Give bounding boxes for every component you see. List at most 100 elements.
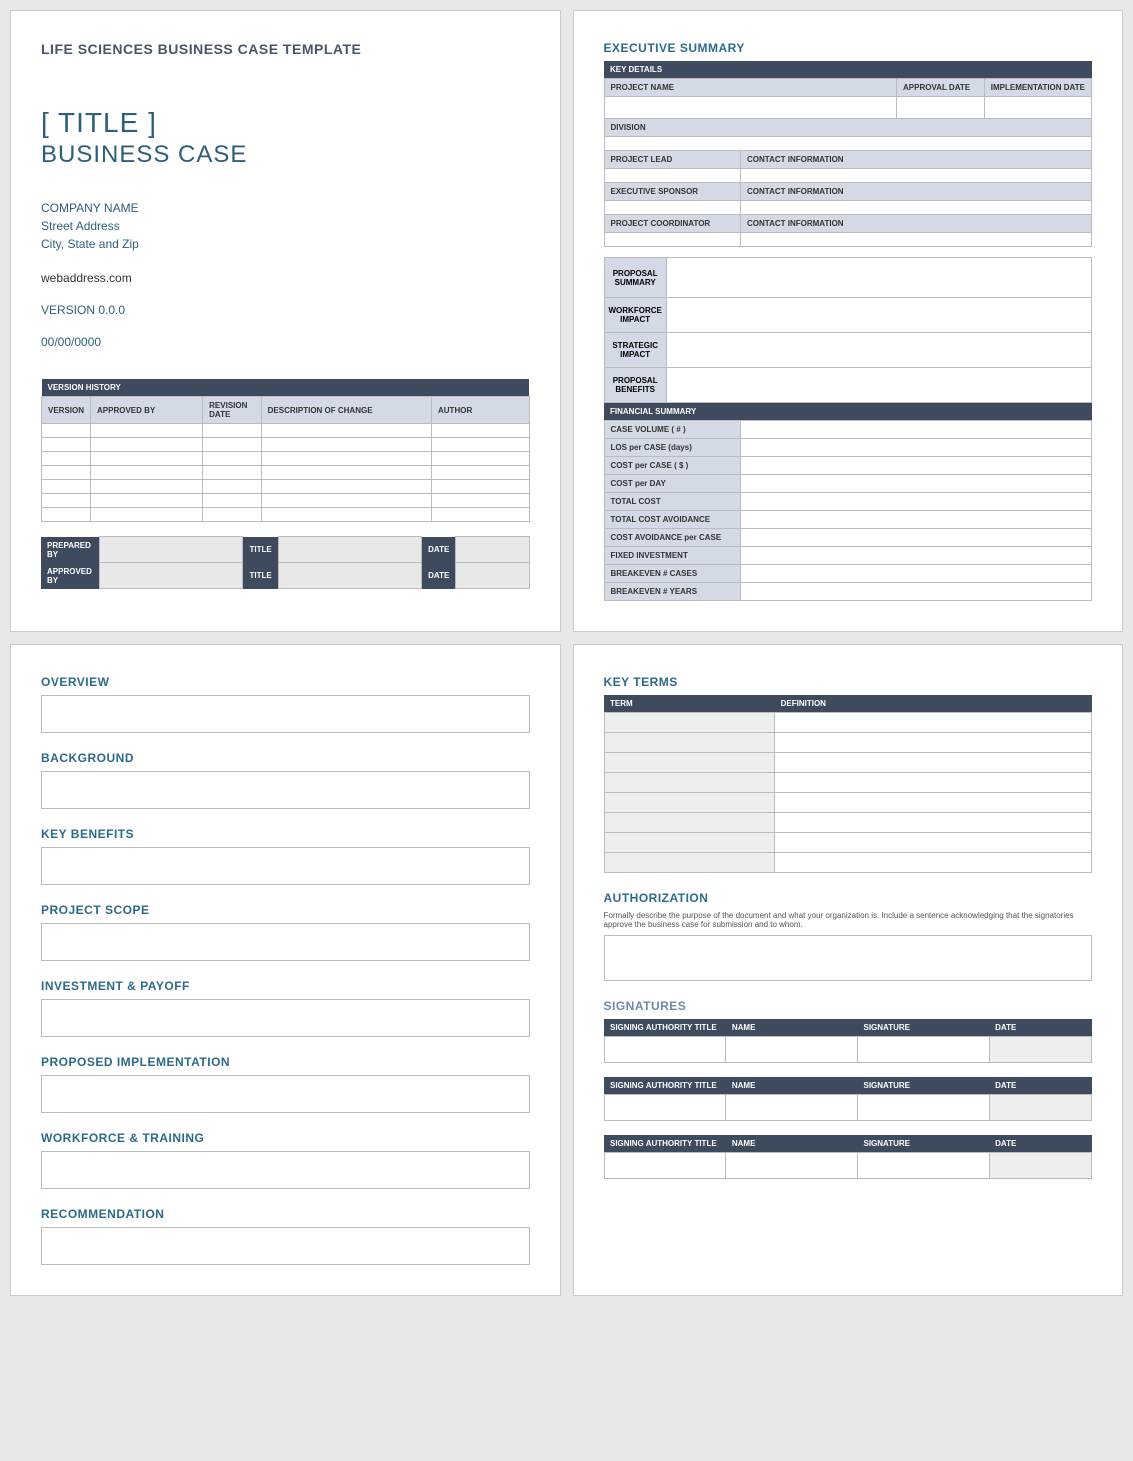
benefits-input[interactable] xyxy=(41,847,530,885)
cell[interactable] xyxy=(203,494,262,508)
impl-input[interactable] xyxy=(41,1075,530,1113)
cell[interactable] xyxy=(261,438,431,452)
cell[interactable] xyxy=(726,1153,858,1179)
cell[interactable] xyxy=(989,1153,1091,1179)
cell[interactable] xyxy=(604,773,775,793)
cell[interactable] xyxy=(775,733,1092,753)
cell[interactable] xyxy=(456,537,529,563)
cell[interactable] xyxy=(604,733,775,753)
cell[interactable] xyxy=(432,452,530,466)
scope-input[interactable] xyxy=(41,923,530,961)
cell[interactable] xyxy=(261,494,431,508)
cell[interactable] xyxy=(775,813,1092,833)
cell[interactable] xyxy=(91,452,203,466)
invest-input[interactable] xyxy=(41,999,530,1037)
cell[interactable] xyxy=(203,508,262,522)
cell[interactable] xyxy=(203,466,262,480)
workforce-input[interactable] xyxy=(41,1151,530,1189)
cell[interactable] xyxy=(604,97,897,119)
cell[interactable] xyxy=(203,438,262,452)
cell[interactable] xyxy=(741,511,1092,529)
cell[interactable] xyxy=(858,1153,990,1179)
cell[interactable] xyxy=(604,169,741,183)
overview-input[interactable] xyxy=(41,695,530,733)
background-input[interactable] xyxy=(41,771,530,809)
cell[interactable] xyxy=(42,480,91,494)
cell[interactable] xyxy=(203,480,262,494)
cell[interactable] xyxy=(858,1037,990,1063)
cell[interactable] xyxy=(858,1095,990,1121)
cell[interactable] xyxy=(432,508,530,522)
cell[interactable] xyxy=(666,298,1091,333)
cell[interactable] xyxy=(42,466,91,480)
cell[interactable] xyxy=(91,494,203,508)
cell[interactable] xyxy=(604,853,775,873)
cell[interactable] xyxy=(261,480,431,494)
cell[interactable] xyxy=(604,1153,726,1179)
cell[interactable] xyxy=(741,457,1092,475)
cell[interactable] xyxy=(604,1037,726,1063)
cell[interactable] xyxy=(91,466,203,480)
cell[interactable] xyxy=(604,201,741,215)
auth-input[interactable] xyxy=(604,935,1093,981)
cell[interactable] xyxy=(432,466,530,480)
cell[interactable] xyxy=(91,438,203,452)
cell[interactable] xyxy=(261,508,431,522)
cell[interactable] xyxy=(775,853,1092,873)
cell[interactable] xyxy=(100,537,243,563)
cell[interactable] xyxy=(261,466,431,480)
cell[interactable] xyxy=(42,424,91,438)
cell[interactable] xyxy=(666,258,1091,298)
cell[interactable] xyxy=(604,233,741,247)
cell[interactable] xyxy=(775,773,1092,793)
cell[interactable] xyxy=(432,494,530,508)
cell[interactable] xyxy=(726,1037,858,1063)
cell[interactable] xyxy=(666,333,1091,368)
cell[interactable] xyxy=(604,713,775,733)
cell[interactable] xyxy=(741,201,1092,215)
cell[interactable] xyxy=(203,452,262,466)
cell[interactable] xyxy=(203,424,262,438)
cell[interactable] xyxy=(261,424,431,438)
cell[interactable] xyxy=(741,493,1092,511)
cell[interactable] xyxy=(604,793,775,813)
cell[interactable] xyxy=(604,813,775,833)
cell[interactable] xyxy=(42,452,91,466)
cell[interactable] xyxy=(91,424,203,438)
cell[interactable] xyxy=(604,137,1092,151)
cell[interactable] xyxy=(432,424,530,438)
cell[interactable] xyxy=(775,753,1092,773)
cell[interactable] xyxy=(741,529,1092,547)
cell[interactable] xyxy=(741,565,1092,583)
cell[interactable] xyxy=(989,1095,1091,1121)
cell[interactable] xyxy=(261,452,431,466)
cell[interactable] xyxy=(42,438,91,452)
cell[interactable] xyxy=(741,547,1092,565)
cell[interactable] xyxy=(989,1037,1091,1063)
cell[interactable] xyxy=(91,480,203,494)
cell[interactable] xyxy=(100,563,243,589)
cell[interactable] xyxy=(666,368,1091,403)
cell[interactable] xyxy=(775,833,1092,853)
cell[interactable] xyxy=(91,508,203,522)
cell[interactable] xyxy=(604,833,775,853)
cell[interactable] xyxy=(897,97,985,119)
cell[interactable] xyxy=(741,583,1092,601)
cell[interactable] xyxy=(432,438,530,452)
cell[interactable] xyxy=(775,793,1092,813)
cell[interactable] xyxy=(278,563,421,589)
cell[interactable] xyxy=(278,537,421,563)
cell[interactable] xyxy=(604,753,775,773)
cell[interactable] xyxy=(741,421,1092,439)
cell[interactable] xyxy=(741,233,1092,247)
cell[interactable] xyxy=(456,563,529,589)
cell[interactable] xyxy=(775,713,1092,733)
cell[interactable] xyxy=(432,480,530,494)
cell[interactable] xyxy=(42,508,91,522)
cell[interactable] xyxy=(741,439,1092,457)
cell[interactable] xyxy=(741,475,1092,493)
cell[interactable] xyxy=(741,169,1092,183)
cell[interactable] xyxy=(726,1095,858,1121)
cell[interactable] xyxy=(42,494,91,508)
cell[interactable] xyxy=(984,97,1091,119)
